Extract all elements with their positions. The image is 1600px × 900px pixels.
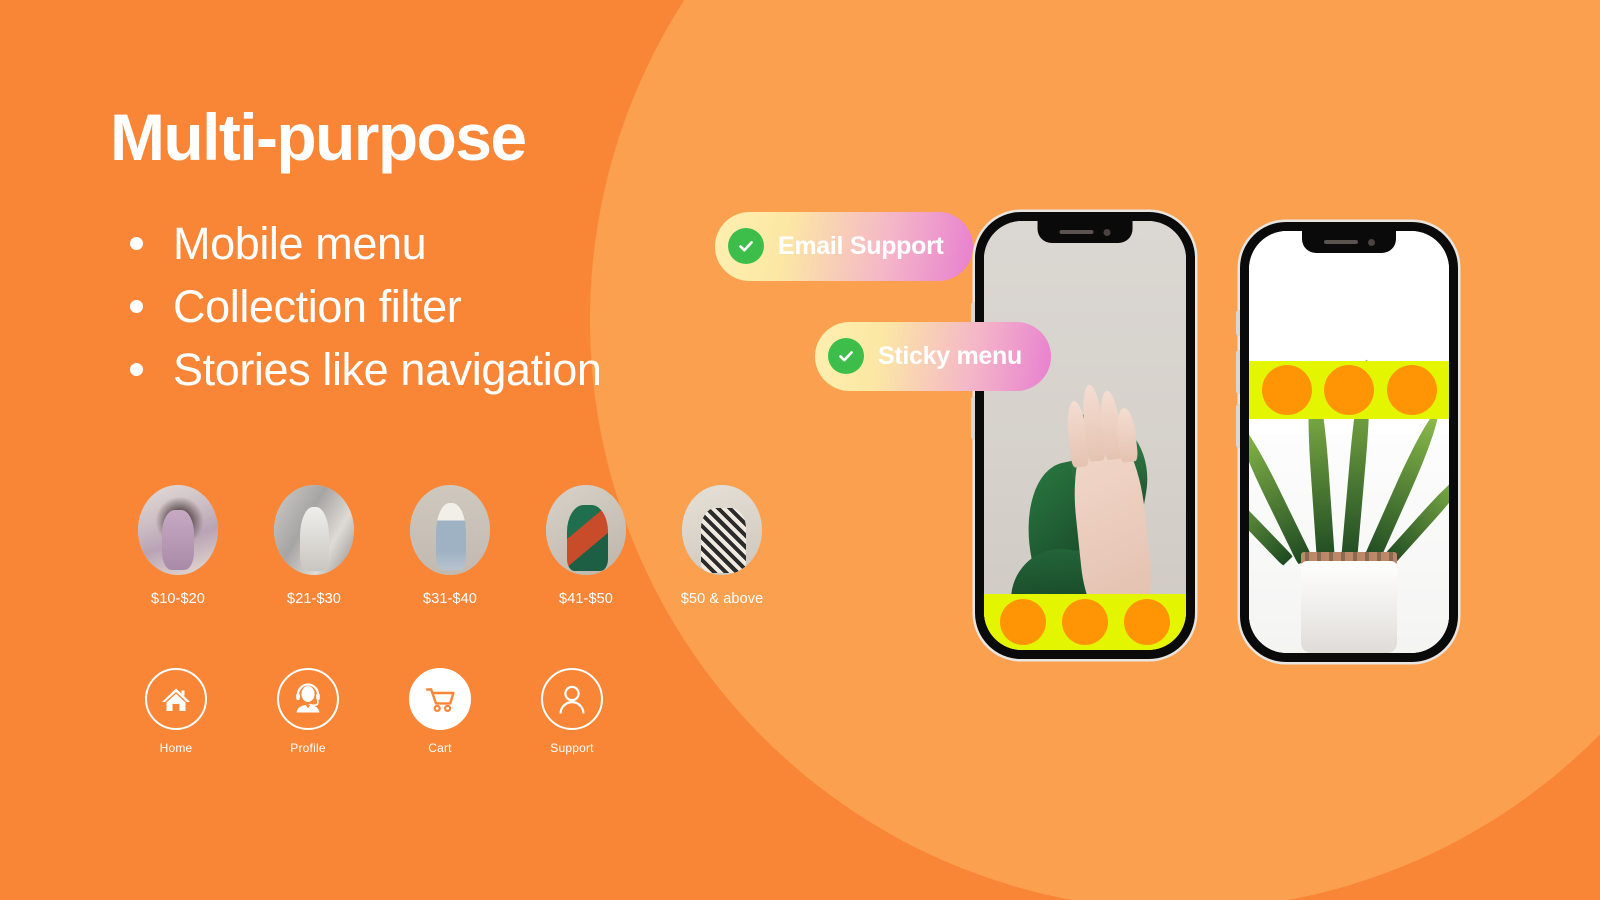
screen-photo-hand-holding-leaf bbox=[984, 221, 1186, 650]
feature-label: Stories like navigation bbox=[173, 344, 602, 395]
model-photo bbox=[410, 485, 490, 575]
feature-list: Mobile menu Collection filter Stories li… bbox=[130, 212, 602, 401]
price-filter-label: $21-$30 bbox=[287, 591, 341, 607]
front-camera bbox=[1367, 238, 1375, 246]
nav-icon-circle[interactable] bbox=[409, 668, 471, 730]
phone-mockup-stories-navigation bbox=[1236, 222, 1458, 662]
feature-label: Mobile menu bbox=[173, 218, 427, 269]
price-filter-item-10-20[interactable]: $10-$20 bbox=[110, 485, 246, 607]
white-plant-pot bbox=[1301, 560, 1397, 653]
phone-mockup-sticky-menu bbox=[971, 212, 1195, 659]
feature-label: Collection filter bbox=[173, 281, 462, 332]
shopping-cart-icon bbox=[425, 688, 455, 712]
nav-label: Home bbox=[159, 741, 193, 755]
user-avatar-icon bbox=[559, 685, 585, 714]
phone-notch bbox=[1037, 221, 1133, 243]
price-filter-item-21-30[interactable]: $21-$30 bbox=[246, 485, 382, 607]
mobile-bottom-nav: Home Profile Cart Support bbox=[110, 668, 638, 755]
model-photo bbox=[546, 485, 626, 575]
phone-notch bbox=[1302, 231, 1396, 253]
collection-price-filter: $10-$20 $21-$30 $31-$40 $41-$50 $50 & ab bbox=[110, 485, 790, 607]
model-photo bbox=[274, 485, 354, 575]
feature-list-item: Stories like navigation bbox=[130, 338, 602, 401]
nav-item-profile[interactable]: Profile bbox=[242, 668, 374, 755]
price-filter-label: $31-$40 bbox=[423, 591, 477, 607]
nav-icon-circle[interactable] bbox=[277, 668, 339, 730]
feature-list-item: Collection filter bbox=[130, 275, 602, 338]
home-icon bbox=[162, 688, 190, 711]
phone-screen bbox=[984, 221, 1186, 650]
nav-item-cart[interactable]: Cart bbox=[374, 668, 506, 755]
story-circle[interactable] bbox=[1062, 599, 1108, 645]
earpiece-speaker bbox=[1323, 240, 1358, 244]
phone-volume-down-button bbox=[1236, 404, 1240, 448]
bullet-dot-icon bbox=[130, 363, 143, 376]
story-circle[interactable] bbox=[1261, 365, 1312, 415]
price-filter-thumbnail[interactable] bbox=[546, 485, 626, 575]
story-circle[interactable] bbox=[1124, 599, 1170, 645]
phone-mockups-area: Email Support Sticky menu bbox=[700, 0, 1600, 900]
sticky-story-nav-bar[interactable] bbox=[984, 594, 1186, 650]
badge-label: Email Support bbox=[778, 231, 944, 260]
price-filter-item-41-50[interactable]: $41-$50 bbox=[518, 485, 654, 607]
earpiece-speaker bbox=[1059, 230, 1094, 234]
story-circle[interactable] bbox=[1386, 365, 1437, 415]
screen-photo-potted-succulent bbox=[1249, 359, 1449, 653]
price-filter-label: $10-$20 bbox=[151, 591, 205, 607]
price-filter-thumbnail[interactable] bbox=[410, 485, 490, 575]
bullet-dot-icon bbox=[130, 237, 143, 250]
story-circle[interactable] bbox=[1324, 365, 1374, 415]
nav-icon-circle[interactable] bbox=[541, 668, 603, 730]
headset-agent-icon bbox=[296, 683, 320, 713]
phone-side-button bbox=[1236, 310, 1240, 336]
feature-list-item: Mobile menu bbox=[130, 212, 602, 275]
page-title: Multi-purpose bbox=[110, 100, 527, 174]
stories-navigation-bar[interactable] bbox=[1249, 361, 1449, 419]
front-camera bbox=[1103, 228, 1111, 236]
nav-label: Support bbox=[550, 741, 594, 755]
badge-sticky-menu[interactable]: Sticky menu bbox=[814, 321, 1052, 391]
check-circle-icon bbox=[728, 228, 764, 264]
story-circle[interactable] bbox=[1000, 599, 1046, 645]
nav-item-home[interactable]: Home bbox=[110, 668, 242, 755]
badge-label: Sticky menu bbox=[878, 341, 1022, 370]
price-filter-thumbnail[interactable] bbox=[138, 485, 218, 575]
phone-volume-down-button bbox=[971, 396, 975, 440]
nav-icon-circle[interactable] bbox=[145, 668, 207, 730]
price-filter-thumbnail[interactable] bbox=[274, 485, 354, 575]
model-photo bbox=[138, 485, 218, 575]
check-circle-icon bbox=[828, 338, 864, 374]
price-filter-label: $41-$50 bbox=[559, 591, 613, 607]
nav-item-support[interactable]: Support bbox=[506, 668, 638, 755]
nav-label: Profile bbox=[290, 741, 326, 755]
phone-volume-up-button bbox=[1236, 350, 1240, 394]
price-filter-item-31-40[interactable]: $31-$40 bbox=[382, 485, 518, 607]
bullet-dot-icon bbox=[130, 300, 143, 313]
nav-label: Cart bbox=[428, 741, 452, 755]
phone-screen bbox=[1249, 231, 1449, 653]
badge-email-support[interactable]: Email Support bbox=[714, 211, 973, 281]
